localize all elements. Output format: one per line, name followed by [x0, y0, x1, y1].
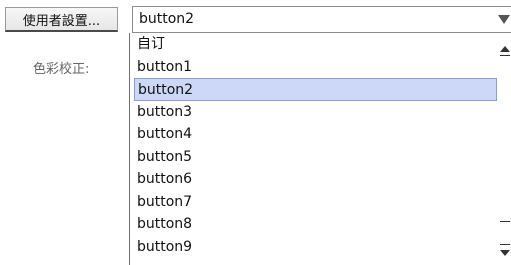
- list-item[interactable]: button4: [130, 123, 500, 146]
- list-item[interactable]: button8: [130, 213, 500, 236]
- scroll-thumb[interactable]: [500, 221, 510, 222]
- combo-selected-value: button2: [139, 11, 195, 27]
- list-item[interactable]: button6: [130, 168, 500, 191]
- dropdown-list[interactable]: 自订 button1 button2 button3 button4 butto…: [129, 33, 511, 265]
- scroll-down-arrow-icon[interactable]: [499, 244, 511, 259]
- list-item[interactable]: button1: [130, 56, 500, 79]
- chevron-down-icon[interactable]: [497, 7, 511, 32]
- list-item-selected[interactable]: button2: [134, 78, 497, 101]
- color-correction-label: 色彩校正:: [33, 62, 90, 77]
- vertical-scrollbar[interactable]: [499, 33, 511, 265]
- list-item[interactable]: button3: [130, 101, 500, 124]
- list-item[interactable]: button9: [130, 236, 500, 259]
- user-settings-button[interactable]: 使用者設置...: [5, 7, 118, 32]
- list-item[interactable]: button7: [130, 191, 500, 214]
- button-select-combobox[interactable]: button2: [132, 6, 511, 33]
- list-item[interactable]: 自订: [130, 33, 500, 56]
- list-item[interactable]: button5: [130, 146, 500, 169]
- scroll-up-arrow-icon[interactable]: [499, 43, 511, 56]
